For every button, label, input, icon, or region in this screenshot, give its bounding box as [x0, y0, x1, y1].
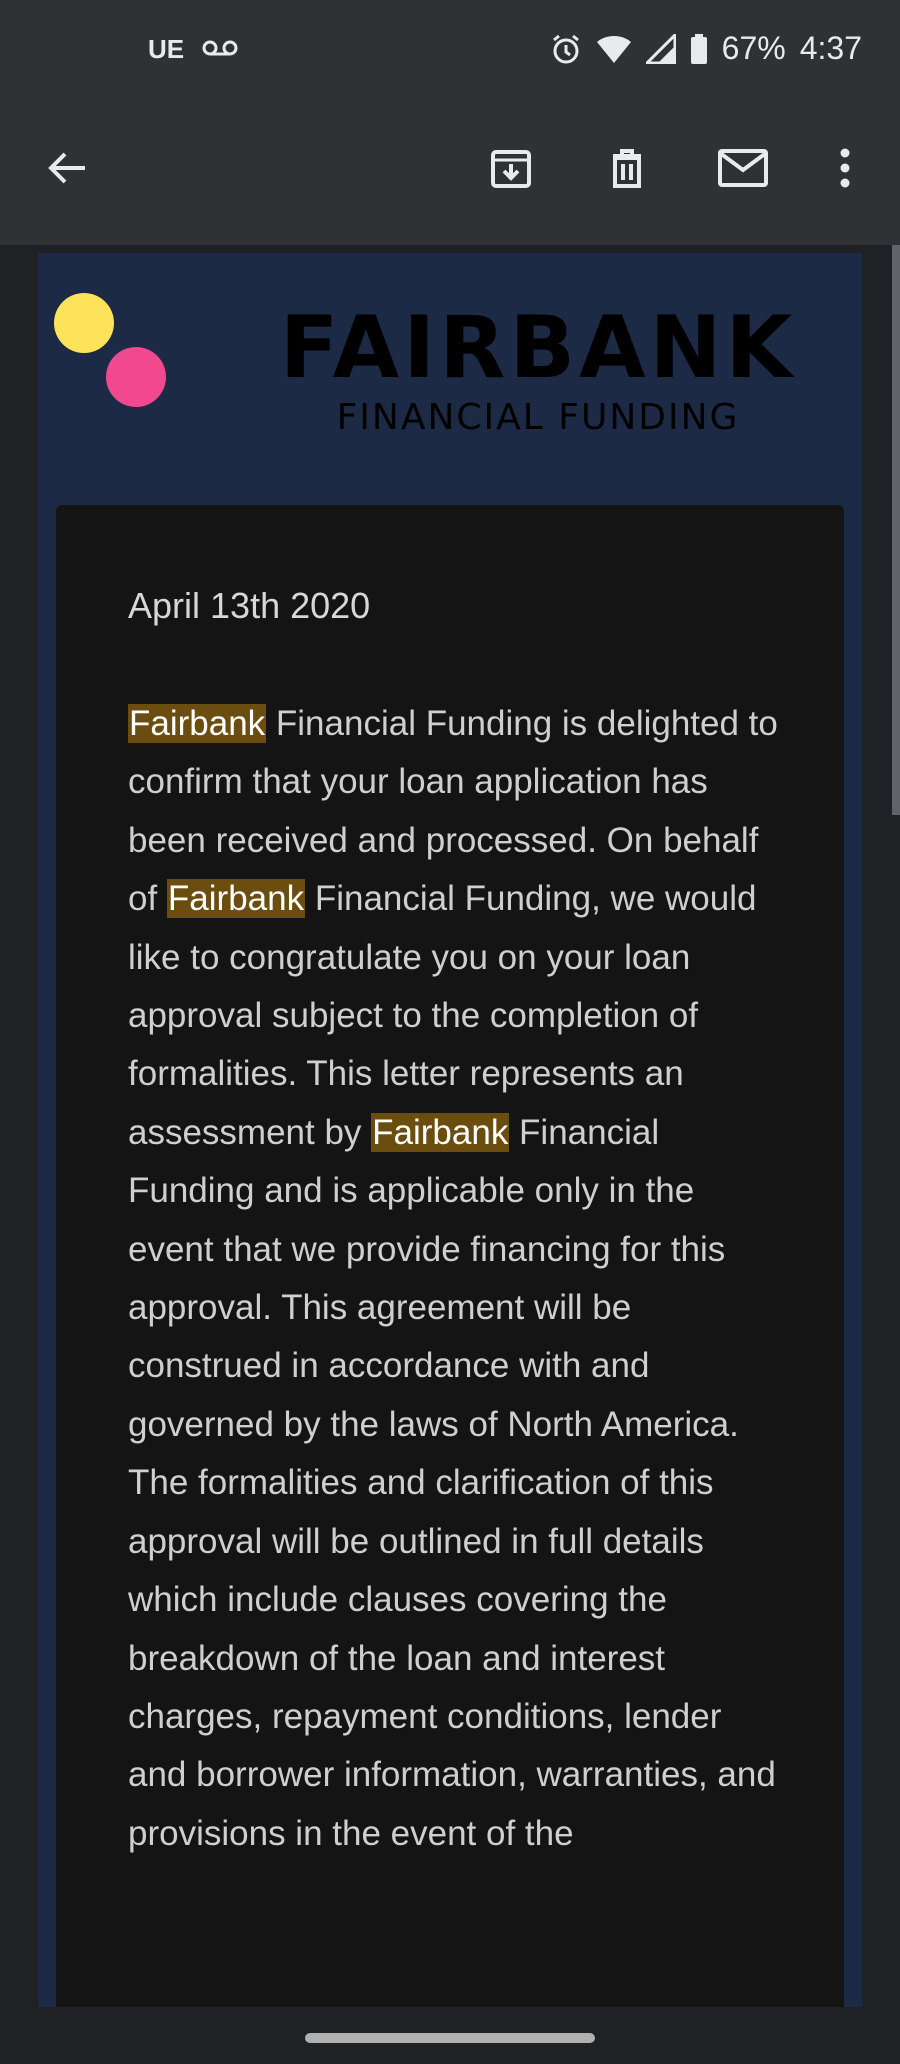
letter-text: Financial Funding, we would like to cong…	[128, 879, 757, 1152]
mark-unread-button[interactable]	[708, 135, 778, 205]
clock-time: 4:37	[799, 30, 862, 66]
app-bar	[0, 105, 900, 245]
letter-text: Financial Funding and is applicable only…	[128, 1112, 776, 1853]
letter-body: Fairbank Financial Funding is delighted …	[128, 695, 788, 1863]
brand-title: FAIRBANK	[279, 298, 797, 398]
search-highlight: Fairbank	[128, 704, 267, 743]
mail-icon	[717, 148, 769, 193]
archive-icon	[489, 146, 533, 195]
battery-icon	[690, 33, 708, 64]
alarm-icon	[550, 33, 582, 65]
brand-subtitle: FINANCIAL FUNDING	[336, 397, 740, 438]
search-highlight: Fairbank	[166, 879, 306, 919]
home-gesture-handle[interactable]	[305, 2033, 595, 2043]
carrier-label: UE	[148, 34, 185, 64]
delete-button[interactable]	[592, 135, 662, 205]
letter-card: April 13th 2020 Fairbank Financial Fundi…	[56, 505, 844, 2007]
archive-button[interactable]	[476, 135, 546, 205]
brand-header: FAIRBANK FINANCIAL FUNDING	[238, 305, 838, 438]
navigation-bar	[0, 2007, 900, 2064]
more-vertical-icon	[839, 148, 851, 193]
status-bar: UE 67% 4:37	[0, 0, 900, 105]
pink-dot	[106, 347, 166, 407]
status-left: UE	[148, 34, 238, 65]
scrollbar[interactable]	[892, 245, 900, 815]
email-content[interactable]: FAIRBANK FINANCIAL FUNDING April 13th 20…	[0, 245, 900, 2007]
back-button[interactable]	[32, 135, 102, 205]
status-right: 67% 4:37	[550, 30, 862, 67]
search-highlight: Fairbank	[371, 1112, 510, 1152]
trash-icon	[605, 146, 649, 195]
letter-date: April 13th 2020	[128, 585, 371, 626]
email-body-frame: FAIRBANK FINANCIAL FUNDING April 13th 20…	[38, 253, 862, 2007]
yellow-dot	[54, 293, 114, 353]
voicemail-icon	[202, 34, 238, 65]
wifi-icon	[596, 34, 632, 64]
signal-icon	[645, 33, 676, 64]
more-options-button[interactable]	[810, 135, 880, 205]
brand-logo-icon	[54, 293, 174, 413]
battery-percent: 67%	[721, 30, 786, 66]
arrow-left-icon	[45, 146, 89, 195]
